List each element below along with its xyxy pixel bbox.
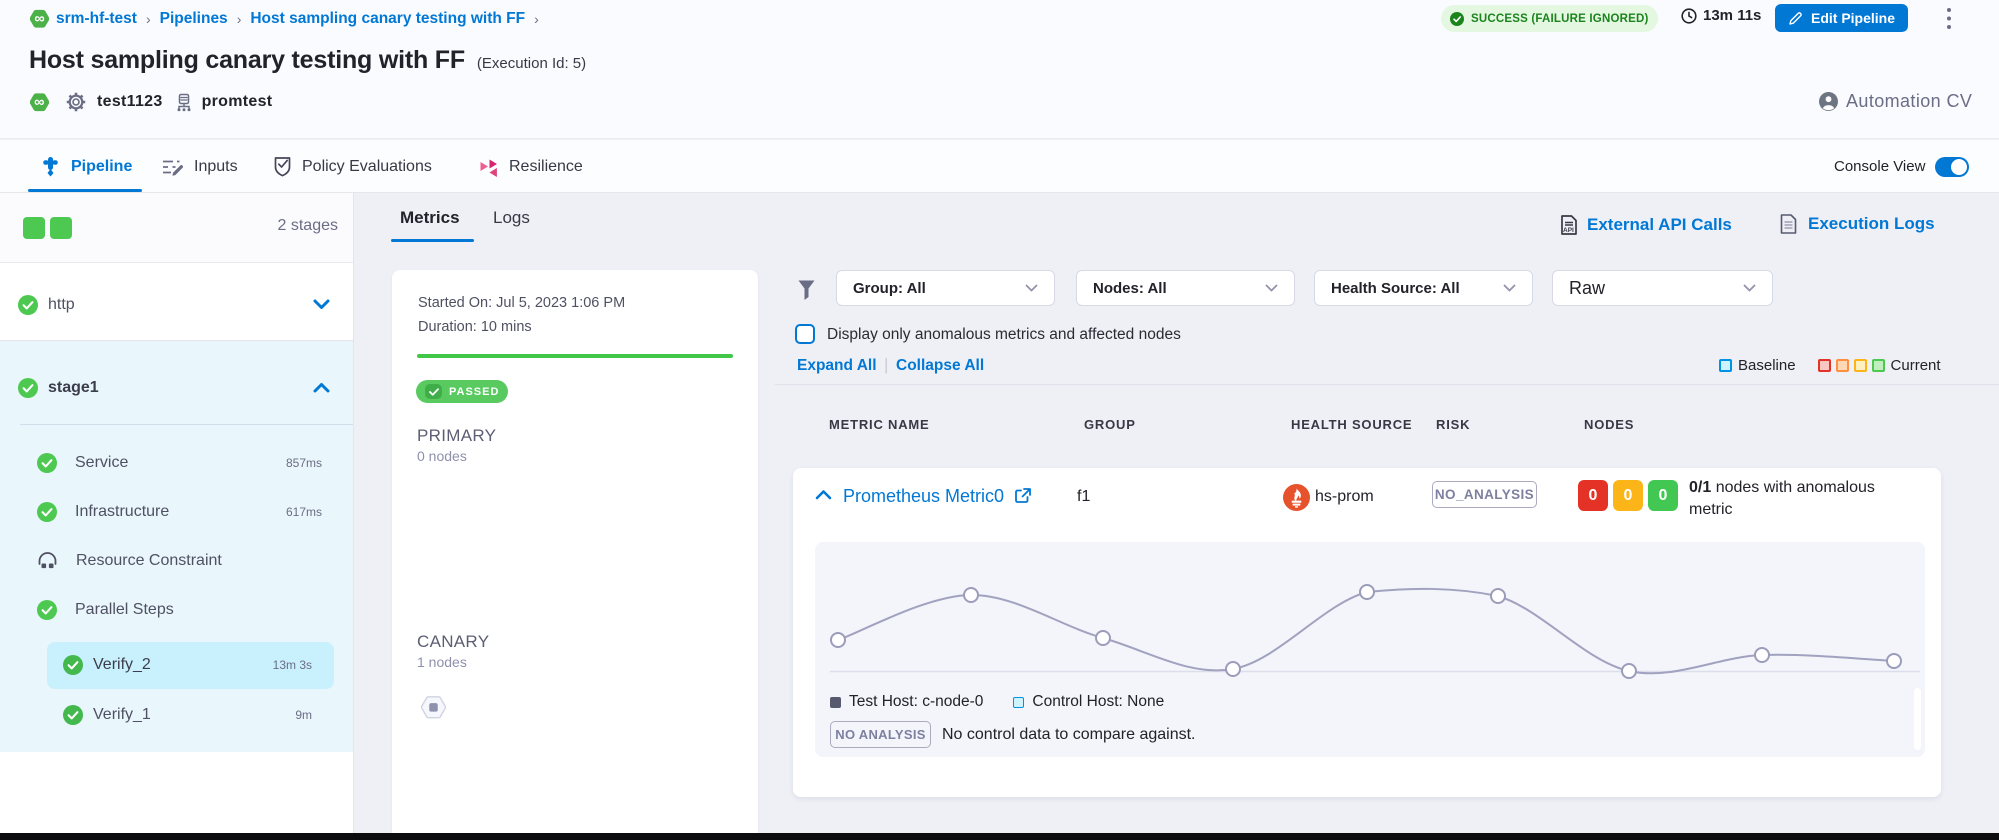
svg-text:∞: ∞ <box>34 11 44 27</box>
svg-text:∞: ∞ <box>34 94 45 110</box>
svg-text:API: API <box>1563 227 1574 234</box>
